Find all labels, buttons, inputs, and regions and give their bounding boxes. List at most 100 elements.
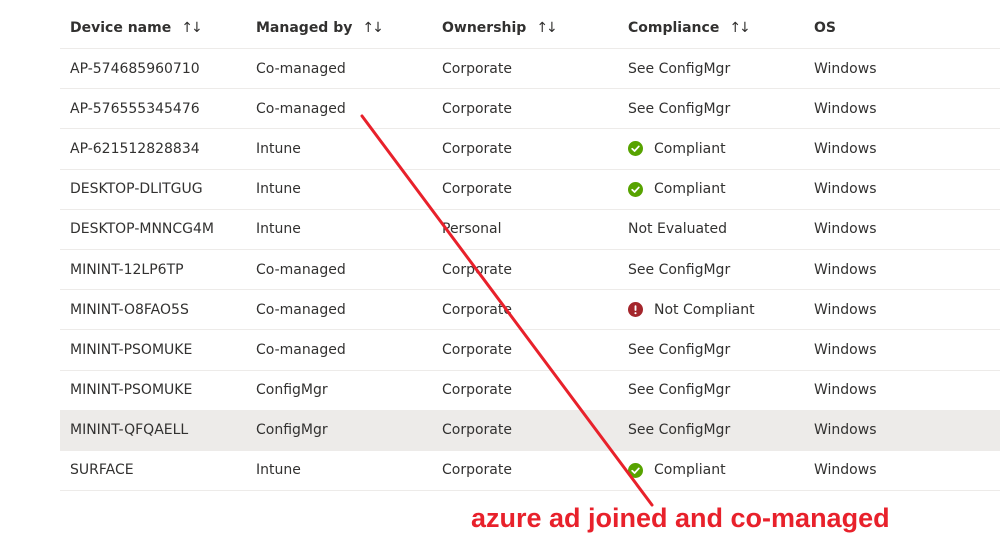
compliance-text: Compliant (654, 181, 726, 198)
managed-by-cell: Intune (246, 141, 432, 157)
managed-by-cell: ConfigMgr (246, 382, 432, 398)
table-row[interactable]: SURFACE Intune Corporate Compliant Windows (60, 451, 1000, 492)
compliance-text: See ConfigMgr (628, 341, 731, 358)
annotation-text: azure ad joined and co-managed (471, 503, 890, 533)
column-label: Device name (70, 19, 172, 36)
ownership-cell: Corporate (432, 101, 618, 117)
table-row[interactable]: MININT-12LP6TP Co-managed Corporate See Con… (60, 250, 1000, 291)
compliance-cell: Compliant (618, 462, 804, 478)
table-row[interactable]: MININT-O8FAO5S Co-managed Corporate Not Com… (60, 290, 1000, 331)
managed-by-text: ConfigMgr (256, 422, 328, 439)
column-header-ownership[interactable]: Ownership ↑↓ (432, 20, 618, 36)
table-row[interactable]: AP-574685960710 Co-managed Corporate See Co… (60, 49, 1000, 90)
column-header-compliance[interactable]: Compliance ↑↓ (618, 20, 804, 36)
managed-by-text: Intune (256, 181, 301, 198)
ownership-text: Corporate (442, 341, 512, 358)
ownership-text: Corporate (442, 301, 512, 318)
os-cell: Windows (804, 302, 1000, 318)
compliance-text: Not Evaluated (628, 221, 728, 238)
check-circle-icon (628, 141, 643, 157)
device-list-page: Device name ↑↓ Managed by ↑↓ Ownership ↑… (0, 0, 1000, 543)
managed-by-text: ConfigMgr (256, 382, 328, 399)
error-circle-icon (628, 302, 643, 318)
os-cell: Windows (804, 101, 1000, 117)
device-name-cell: MININT-QFQAELL (60, 422, 246, 438)
ownership-cell: Corporate (432, 262, 618, 278)
ownership-text: Corporate (442, 422, 512, 439)
compliance-cell: See ConfigMgr (618, 101, 804, 117)
devices-grid: Device name ↑↓ Managed by ↑↓ Ownership ↑… (60, 7, 1000, 492)
os-text: Windows (814, 100, 877, 117)
managed-by-cell: Co-managed (246, 342, 432, 358)
managed-by-cell: Co-managed (246, 302, 432, 318)
managed-by-cell: ConfigMgr (246, 422, 432, 438)
table-row[interactable]: MININT-PSOMUKE Co-managed Corporate See Con… (60, 330, 1000, 371)
device-name-cell: AP-576555345476 (60, 101, 246, 117)
os-text: Windows (814, 261, 877, 278)
managed-by-cell: Intune (246, 181, 432, 197)
os-cell: Windows (804, 342, 1000, 358)
ownership-text: Corporate (442, 140, 512, 157)
ownership-text: Corporate (442, 181, 512, 198)
table-row[interactable]: MININT-PSOMUKE ConfigMgr Corporate See Conf… (60, 371, 1000, 411)
compliance-text: See ConfigMgr (628, 100, 731, 117)
ownership-text: Corporate (442, 60, 512, 77)
compliance-text: Compliant (654, 462, 726, 479)
column-label: Managed by (256, 19, 353, 36)
sort-icon[interactable]: ↑↓ (181, 20, 203, 36)
compliance-cell: Not Compliant (618, 302, 804, 318)
grid-header: Device name ↑↓ Managed by ↑↓ Ownership ↑… (60, 7, 1000, 49)
managed-by-text: Co-managed (256, 341, 346, 358)
compliance-cell: See ConfigMgr (618, 342, 804, 358)
check-circle-icon (628, 462, 643, 478)
ownership-text: Corporate (442, 382, 512, 399)
managed-by-text: Intune (256, 462, 301, 479)
column-label: Ownership (442, 19, 527, 36)
os-cell: Windows (804, 221, 1000, 237)
table-row[interactable]: DESKTOP-DLITGUG Intune Corporate Compliant W… (60, 170, 1000, 210)
device-name-cell: MININT-PSOMUKE (60, 342, 246, 358)
compliance-cell: See ConfigMgr (618, 422, 804, 438)
os-text: Windows (814, 341, 877, 358)
ownership-text: Corporate (442, 261, 512, 278)
column-label: Compliance (628, 19, 720, 36)
sort-icon[interactable]: ↑↓ (362, 20, 384, 36)
os-text: Windows (814, 301, 877, 318)
managed-by-text: Intune (256, 140, 301, 157)
managed-by-cell: Intune (246, 462, 432, 478)
device-name-text: MININT-O8FAO5S (70, 301, 189, 318)
os-cell: Windows (804, 181, 1000, 197)
managed-by-text: Co-managed (256, 60, 346, 77)
device-name-text: AP-621512828834 (70, 140, 200, 157)
ownership-cell: Corporate (432, 181, 618, 197)
column-header-managed-by[interactable]: Managed by ↑↓ (246, 20, 432, 36)
table-row[interactable]: DESKTOP-MNNCG4M Intune Personal Not Evaluat… (60, 210, 1000, 250)
sort-icon[interactable]: ↑↓ (536, 20, 558, 36)
device-name-cell: DESKTOP-DLITGUG (60, 181, 246, 197)
ownership-text: Corporate (442, 100, 512, 117)
ownership-text: Corporate (442, 462, 512, 479)
ownership-cell: Corporate (432, 61, 618, 77)
column-header-os[interactable]: OS (804, 20, 1000, 36)
os-cell: Windows (804, 422, 1000, 438)
compliance-text: See ConfigMgr (628, 60, 731, 77)
compliance-text: See ConfigMgr (628, 422, 731, 439)
ownership-cell: Corporate (432, 462, 618, 478)
sort-icon[interactable]: ↑↓ (729, 20, 751, 36)
os-text: Windows (814, 140, 877, 157)
compliance-text: See ConfigMgr (628, 382, 731, 399)
os-cell: Windows (804, 382, 1000, 398)
device-name-text: SURFACE (70, 462, 134, 479)
device-name-text: AP-576555345476 (70, 100, 200, 117)
managed-by-cell: Co-managed (246, 61, 432, 77)
managed-by-cell: Co-managed (246, 262, 432, 278)
table-row[interactable]: AP-621512828834 Intune Corporate Compliant W… (60, 129, 1000, 170)
ownership-text: Personal (442, 221, 502, 238)
table-row[interactable]: AP-576555345476 Co-managed Corporate See Co… (60, 89, 1000, 130)
column-header-device-name[interactable]: Device name ↑↓ (60, 20, 246, 36)
table-row[interactable]: MININT-QFQAELL ConfigMgr Corporate See Conf… (60, 410, 1000, 451)
column-label: OS (814, 19, 836, 36)
device-name-text: MININT-12LP6TP (70, 261, 184, 278)
os-cell: Windows (804, 141, 1000, 157)
device-name-cell: AP-574685960710 (60, 61, 246, 77)
